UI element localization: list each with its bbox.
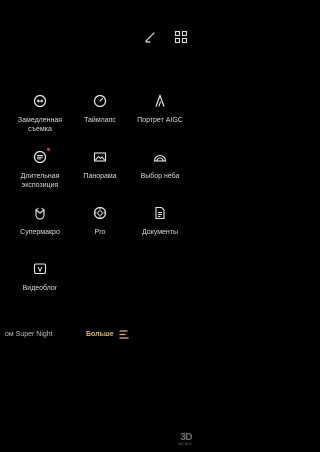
menu-icon[interactable]: [119, 329, 129, 340]
modes-row: Супермакро Pro Документы: [0, 206, 200, 266]
mode-super-night[interactable]: ом Super Night: [5, 331, 53, 338]
mode-label: Pro: [94, 229, 106, 236]
panorama-icon: [93, 150, 107, 164]
mode-sky[interactable]: Выбор неба: [128, 150, 192, 181]
mode-slow-motion[interactable]: Замедленная съемка: [8, 94, 72, 134]
grid-icon[interactable]: [174, 30, 188, 44]
mode-label: Выбор неба: [140, 173, 180, 180]
watermark-logo: 3D NEWS: [160, 432, 192, 446]
mode-vlog[interactable]: Видеоблог: [8, 262, 72, 293]
mode-label: Замедленная съемка: [17, 117, 63, 133]
mode-label: Видеоблог: [22, 285, 58, 292]
modes-row: Длительная экспозиция Панорама Выбор неб…: [0, 148, 200, 210]
portrait-aigc-icon: [153, 94, 167, 108]
new-badge: [47, 148, 50, 151]
mode-label: Документы: [141, 229, 179, 236]
mode-long-exposure[interactable]: Длительная экспозиция: [8, 148, 72, 190]
supermacro-icon: [33, 206, 47, 220]
mode-label: Таймлапс: [84, 117, 116, 124]
mode-bar: ом Super Night Больше: [0, 329, 200, 341]
mode-label: Панорама: [83, 173, 117, 180]
watermark-subtext: NEWS: [178, 441, 192, 446]
mode-pro[interactable]: Pro: [68, 206, 132, 237]
mode-label: Супермакро: [20, 229, 60, 236]
top-toolbar: [143, 30, 188, 44]
mode-panorama[interactable]: Панорама: [68, 150, 132, 181]
vlog-icon: [33, 262, 47, 276]
timelapse-icon: [93, 94, 107, 108]
slow-motion-icon: [33, 94, 47, 108]
mode-label: Длительная экспозиция: [20, 173, 60, 189]
sky-icon: [153, 150, 167, 164]
long-exposure-icon: [33, 148, 50, 164]
mode-portrait-aigc[interactable]: Портрет AIGC: [128, 94, 192, 125]
mode-timelapse[interactable]: Таймлапс: [68, 94, 132, 125]
mode-label: Портрет AIGC: [137, 117, 183, 124]
mode-supermacro[interactable]: Супермакро: [8, 206, 72, 237]
pencil-icon[interactable]: [143, 30, 157, 44]
modes-row: Замедленная съемка Таймлапс Портрет AIGC: [0, 94, 200, 154]
mode-more[interactable]: Больше: [86, 331, 114, 338]
modes-row: Видеоблог: [0, 262, 200, 322]
documents-icon: [153, 206, 167, 220]
pro-icon: [93, 206, 107, 220]
mode-documents[interactable]: Документы: [128, 206, 192, 237]
